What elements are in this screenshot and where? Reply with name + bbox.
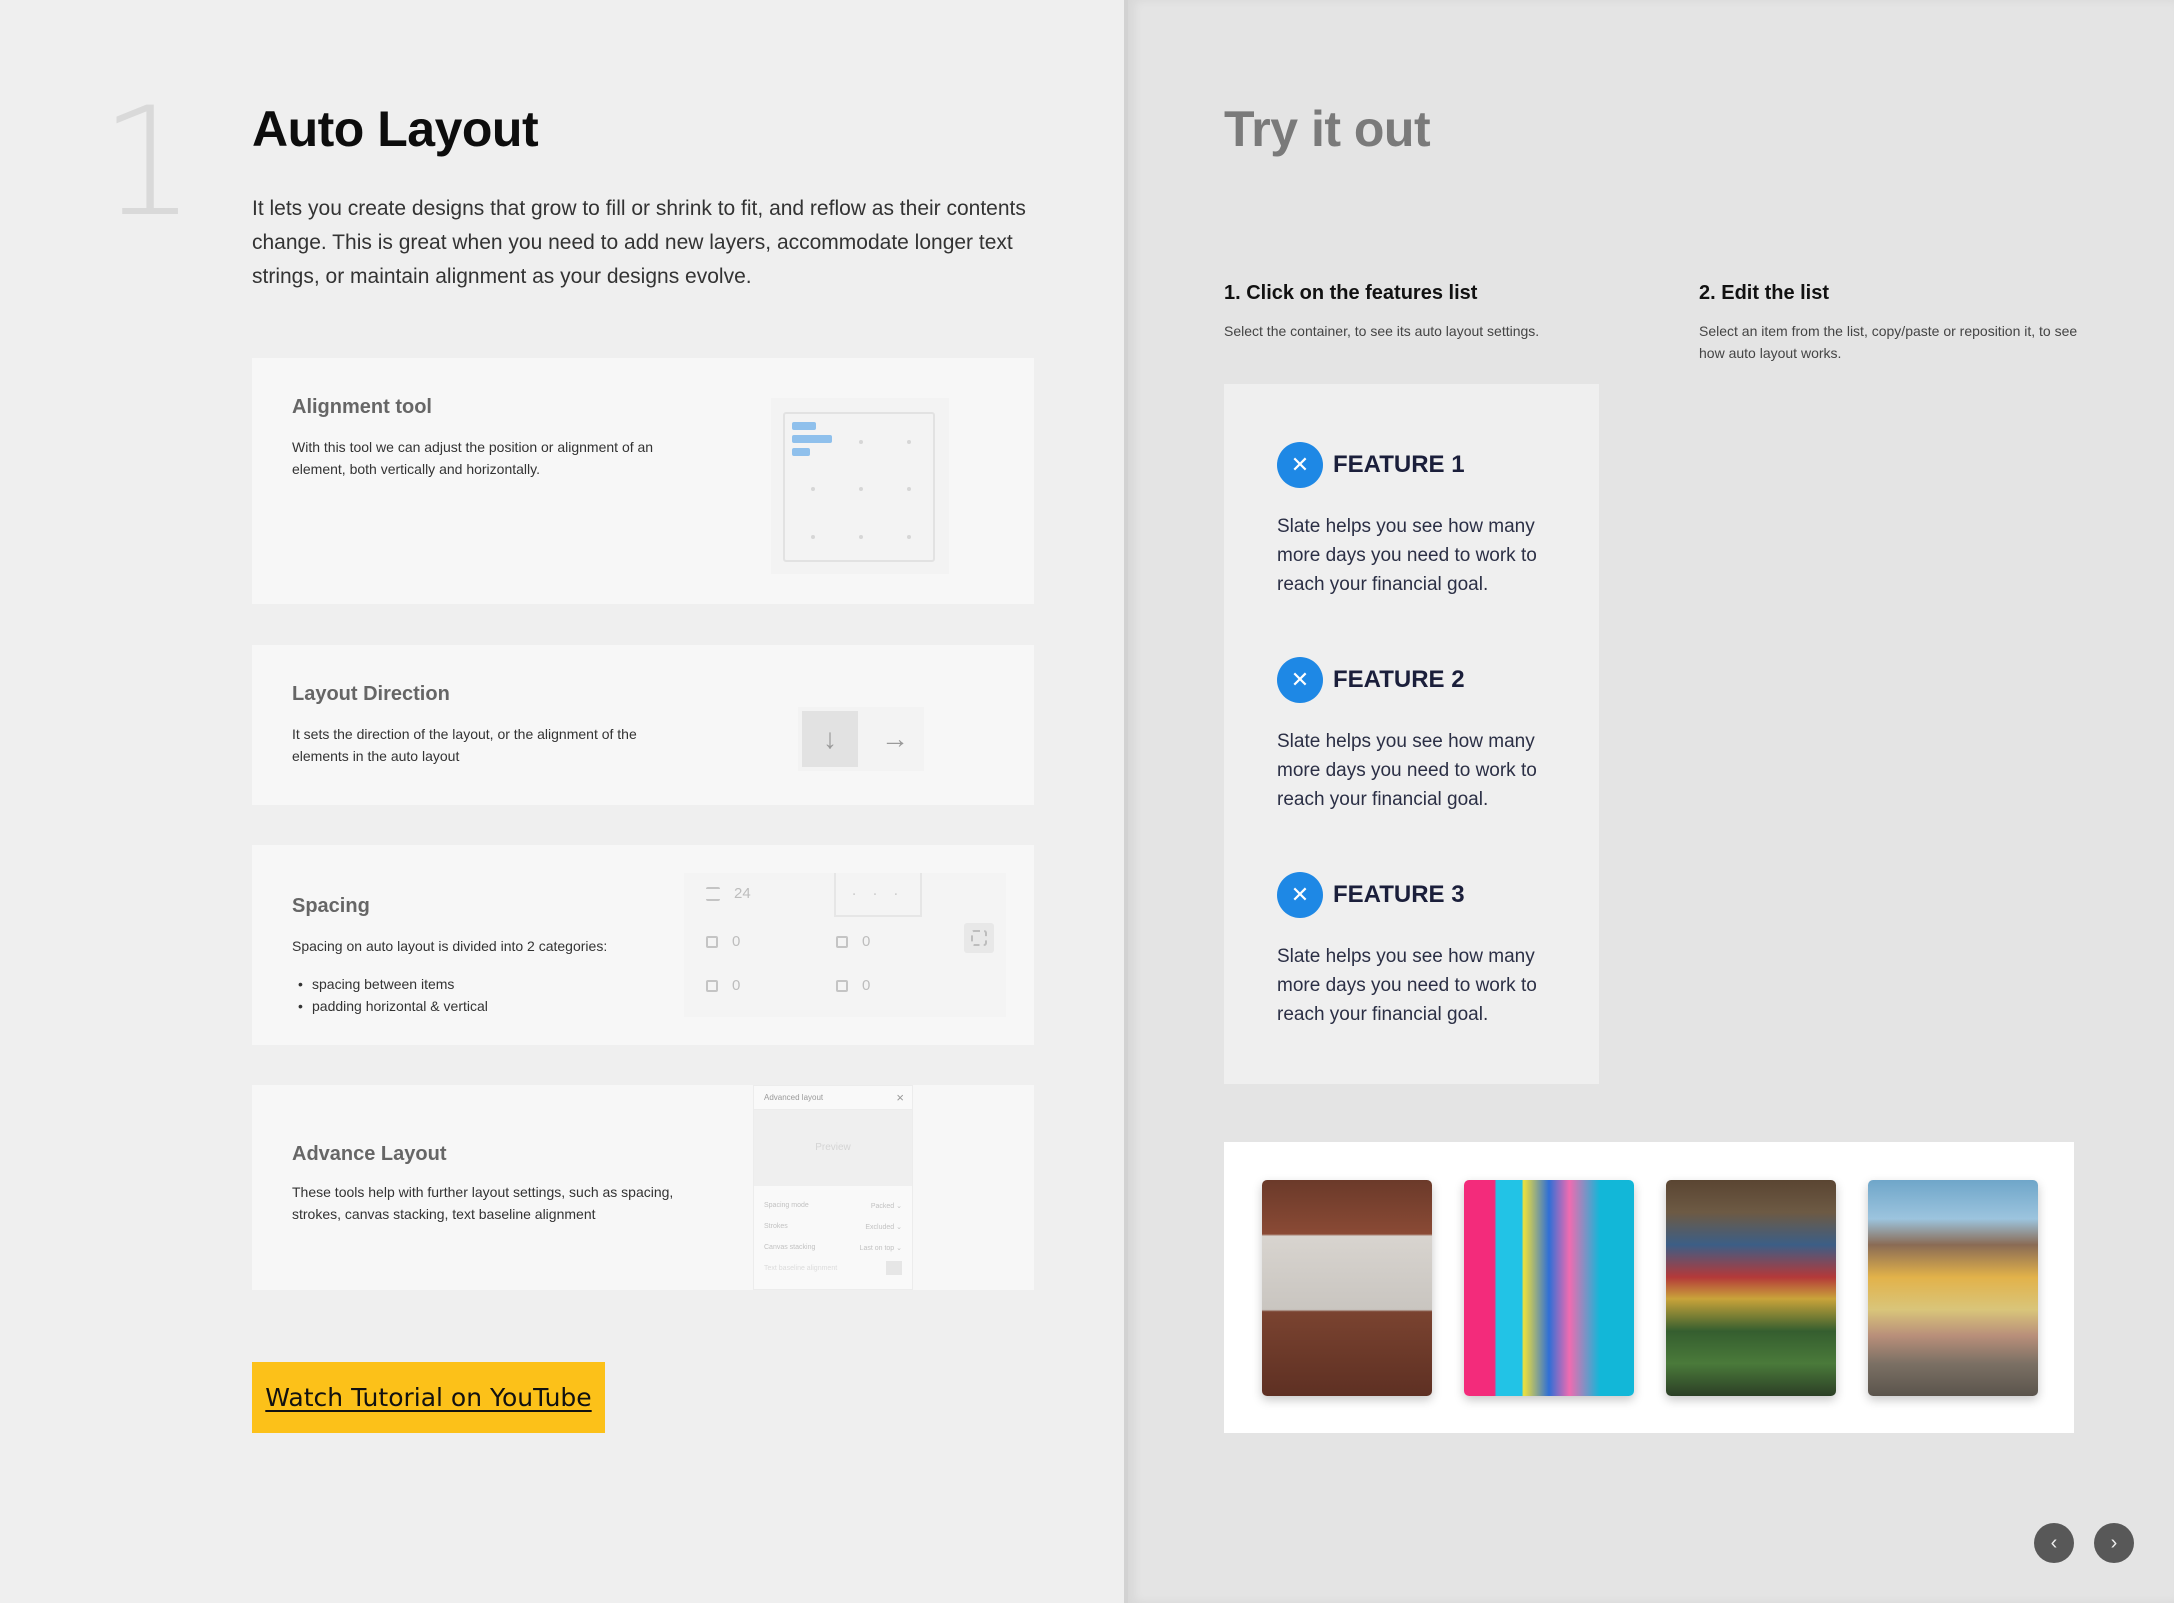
try-it-out-title: Try it out xyxy=(1224,101,1431,157)
alignment-dot[interactable] xyxy=(859,487,863,491)
utensils-icon: ✕ xyxy=(1277,442,1323,488)
padding-bottom-field[interactable]: 0 xyxy=(836,977,870,994)
next-button[interactable]: › xyxy=(2094,1523,2134,1563)
features-list[interactable]: ✕ FEATURE 1 Slate helps you see how many… xyxy=(1224,384,1599,1084)
baseline-toggle[interactable] xyxy=(886,1261,902,1275)
feature-title: FEATURE 2 xyxy=(1333,666,1465,693)
padding-right-field[interactable]: 0 xyxy=(706,977,740,994)
step2-desc: Select an item from the list, copy/paste… xyxy=(1699,323,2078,361)
spacing-preview: . . . xyxy=(834,873,922,917)
watch-youtube-button[interactable]: Watch Tutorial on YouTube xyxy=(252,1362,605,1433)
alignment-dot[interactable] xyxy=(859,535,863,539)
row-label: Text baseline alignment xyxy=(764,1265,838,1272)
padding-mode-icon xyxy=(971,930,987,946)
step1-desc: Select the container, to see its auto la… xyxy=(1224,323,1540,339)
intro-text: It lets you create designs that grow to … xyxy=(252,197,1026,288)
direction-card[interactable]: Layout Direction It sets the direction o… xyxy=(252,645,1034,805)
arrow-down-icon: ↓ xyxy=(823,723,837,754)
alignment-dot[interactable] xyxy=(907,440,911,444)
advanced-row-text-baseline[interactable]: Text baseline alignment xyxy=(764,1261,902,1275)
direction-horizontal-button[interactable]: → xyxy=(870,711,920,767)
individual-padding-button[interactable] xyxy=(964,923,994,953)
image-gallery[interactable] xyxy=(1224,1142,2074,1433)
prev-button[interactable]: ‹ xyxy=(2034,1523,2074,1563)
utensils-icon: ✕ xyxy=(1277,657,1323,703)
advanced-panel-header: Advanced layout xyxy=(754,1086,912,1110)
padding-top-icon xyxy=(836,935,848,948)
padding-bottom-icon xyxy=(836,979,848,992)
gallery-photo-laundry[interactable] xyxy=(1262,1180,1432,1396)
row-value: Last on top ⌄ xyxy=(859,1245,902,1252)
alignment-title: Alignment tool xyxy=(292,396,432,418)
direction-title: Layout Direction xyxy=(292,683,450,705)
alignment-dot[interactable] xyxy=(859,440,863,444)
item-spacing-field[interactable]: 24 xyxy=(706,885,751,902)
padding-top-value: 0 xyxy=(862,933,871,950)
row-value: Excluded ⌄ xyxy=(865,1224,902,1231)
row-label: Spacing mode xyxy=(764,1202,809,1209)
advanced-row-spacing-mode[interactable]: Spacing mode Packed ⌄ xyxy=(764,1202,902,1210)
alignment-dot[interactable] xyxy=(907,487,911,491)
advanced-preview: Preview xyxy=(754,1110,912,1186)
alignment-card[interactable]: Alignment tool With this tool we can adj… xyxy=(252,358,1034,604)
row-label: Canvas stacking xyxy=(764,1244,816,1251)
feature-text: Slate helps you see how many more days y… xyxy=(1277,946,1537,1025)
gallery-photo-street[interactable] xyxy=(1868,1180,2038,1396)
spacing-desc: Spacing on auto layout is divided into 2… xyxy=(292,938,608,954)
alignment-dot[interactable] xyxy=(811,535,815,539)
step-number: 1 xyxy=(100,76,196,250)
alignment-dot[interactable] xyxy=(811,487,815,491)
advanced-desc: These tools help with further layout set… xyxy=(292,1184,674,1222)
padding-bottom-value: 0 xyxy=(862,977,871,994)
spacing-title: Spacing xyxy=(292,895,370,917)
alignment-grid xyxy=(783,412,935,562)
gallery-photo-market[interactable] xyxy=(1666,1180,1836,1396)
padding-left-field[interactable]: 0 xyxy=(706,933,740,950)
feature-text: Slate helps you see how many more days y… xyxy=(1277,516,1537,595)
padding-right-icon xyxy=(706,979,718,992)
direction-widget: ↓ → xyxy=(798,707,924,771)
spacing-bullet-list: spacing between items padding horizontal… xyxy=(292,973,488,1017)
spacing-card[interactable]: Spacing Spacing on auto layout is divide… xyxy=(252,845,1034,1045)
alignment-widget[interactable] xyxy=(771,398,949,574)
alignment-bar-3 xyxy=(792,448,810,456)
advanced-row-strokes[interactable]: Strokes Excluded ⌄ xyxy=(764,1223,902,1231)
advanced-card[interactable]: Advance Layout These tools help with fur… xyxy=(252,1085,1034,1290)
padding-right-value: 0 xyxy=(732,977,741,994)
spacing-bullet: padding horizontal & vertical xyxy=(292,995,488,1017)
utensils-icon: ✕ xyxy=(1277,872,1323,918)
item-spacing-value: 24 xyxy=(734,885,751,902)
step1-title: 1. Click on the features list xyxy=(1224,282,1478,304)
alignment-bar-1 xyxy=(792,422,816,430)
padding-left-icon xyxy=(706,935,718,948)
step2-title: 2. Edit the list xyxy=(1699,282,1830,304)
alignment-bar-2 xyxy=(792,435,832,443)
alignment-dot[interactable] xyxy=(907,535,911,539)
direction-vertical-button[interactable]: ↓ xyxy=(802,711,858,767)
padding-left-value: 0 xyxy=(732,933,741,950)
page-title: Auto Layout xyxy=(252,101,539,157)
spacing-widget: 24 . . . 0 0 0 0 xyxy=(684,873,1006,1017)
advanced-row-canvas-stacking[interactable]: Canvas stacking Last on top ⌄ xyxy=(764,1244,902,1252)
row-label: Strokes xyxy=(764,1223,788,1230)
feature-title: FEATURE 1 xyxy=(1333,451,1465,478)
spacing-bullet: spacing between items xyxy=(292,973,488,995)
feature-text: Slate helps you see how many more days y… xyxy=(1277,731,1537,810)
gallery-photo-colorful-wall[interactable] xyxy=(1464,1180,1634,1396)
advanced-layout-panel: Advanced layout × Preview Spacing mode P… xyxy=(753,1085,913,1290)
alignment-desc: With this tool we can adjust the positio… xyxy=(292,439,654,477)
direction-desc: It sets the direction of the layout, or … xyxy=(292,726,637,764)
arrow-right-icon: → xyxy=(881,723,909,754)
padding-top-field[interactable]: 0 xyxy=(836,933,870,950)
feature-title: FEATURE 3 xyxy=(1333,881,1465,908)
row-value: Packed ⌄ xyxy=(870,1203,902,1210)
advanced-title: Advance Layout xyxy=(292,1143,447,1165)
item-spacing-icon xyxy=(706,886,720,901)
close-icon[interactable]: × xyxy=(896,1090,904,1105)
